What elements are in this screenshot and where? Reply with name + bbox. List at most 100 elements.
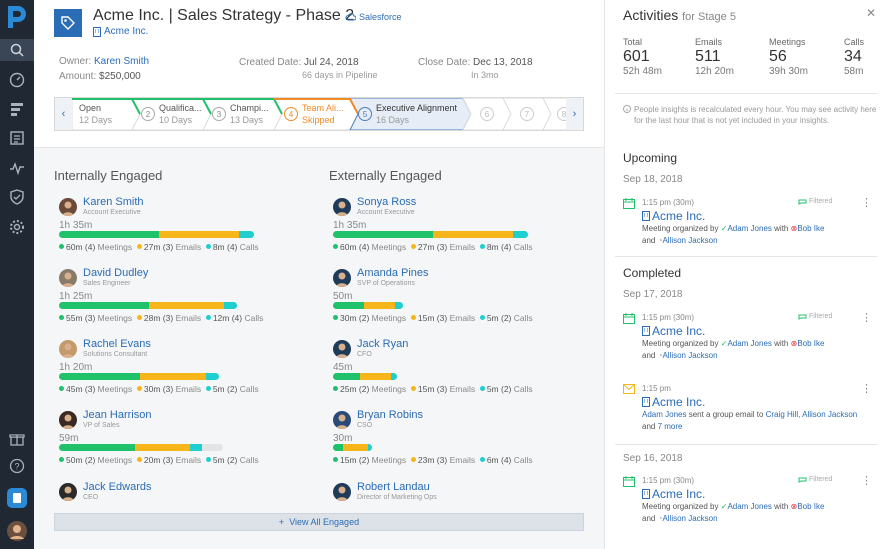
person-name[interactable]: Amanda Pines <box>357 267 429 279</box>
activity-account[interactable]: Acme Inc. <box>642 487 705 501</box>
stage-4[interactable]: 4 Team Ali... Skipped <box>284 98 352 130</box>
more-options-icon[interactable]: ⋮ <box>861 382 872 395</box>
activity-icon[interactable] <box>9 160 25 176</box>
person-avatar[interactable] <box>333 269 351 287</box>
person-duration: 45m <box>333 362 353 373</box>
meetings-label: Meetings <box>97 384 133 394</box>
calendar-icon <box>623 313 635 324</box>
organizer-name[interactable]: Adam Jones <box>727 224 771 233</box>
completed-heading: Completed <box>623 266 682 280</box>
person-title: VP of Sales <box>83 422 120 429</box>
gift-icon[interactable] <box>9 431 25 447</box>
person-avatar[interactable] <box>59 340 77 358</box>
calls-dot <box>205 457 211 462</box>
account-link[interactable]: Acme Inc. <box>93 26 148 37</box>
attendee-name[interactable]: Bob Ike <box>797 224 824 233</box>
chat-icon[interactable] <box>7 488 27 508</box>
engagement-bar <box>333 302 403 309</box>
owner-link[interactable]: Karen Smith <box>94 56 149 67</box>
pipeline-icon[interactable] <box>9 101 25 117</box>
attendee-name[interactable]: Allison Jackson <box>662 514 717 523</box>
person-name[interactable]: Jack Ryan <box>357 338 408 350</box>
stage-5-number: 5 <box>358 107 372 121</box>
person-name[interactable]: David Dudley <box>83 267 148 279</box>
attendee-name[interactable]: Bob Ike <box>797 502 824 511</box>
settings-gear-icon[interactable] <box>9 219 25 235</box>
organizer-name[interactable]: Adam Jones <box>727 502 771 511</box>
activity-account[interactable]: Acme Inc. <box>642 395 705 409</box>
app-logo[interactable] <box>5 4 29 30</box>
emails-value: 27m (3) <box>417 242 448 252</box>
stage-2[interactable]: 2 Qualifica... 10 Days <box>141 98 205 130</box>
close-icon[interactable]: ✕ <box>866 6 876 20</box>
organizer-prefix: Meeting organized by <box>642 502 719 511</box>
user-avatar[interactable] <box>7 521 27 541</box>
person-name[interactable]: Sonya Ross <box>357 196 416 208</box>
person-avatar[interactable] <box>333 198 351 216</box>
panel-title-text: Activities <box>623 7 679 23</box>
person-avatar[interactable] <box>59 269 77 287</box>
created-field: Created Date: Jul 24, 2018 66 days in Pip… <box>239 57 378 80</box>
calls-dot <box>479 386 485 391</box>
stage-1[interactable]: Open 12 Days <box>79 98 133 130</box>
stage-6[interactable]: 6 <box>480 98 498 130</box>
and-text: and <box>642 514 656 523</box>
created-value: Jul 24, 2018 <box>304 57 359 68</box>
stage-5[interactable]: 5 Executive Alignment 16 Days <box>358 98 463 130</box>
activity-account[interactable]: Acme Inc. <box>642 324 705 338</box>
stage-7[interactable]: 7 <box>520 98 538 130</box>
stages-prev-button[interactable]: ‹ <box>55 98 72 130</box>
person-title: Sales Engineer <box>83 280 131 287</box>
person-name[interactable]: Bryan Robins <box>357 409 423 421</box>
person-name[interactable]: Rachel Evans <box>83 338 151 350</box>
attendee-name[interactable]: Allison Jackson <box>662 351 717 360</box>
person-name[interactable]: Jean Harrison <box>83 409 151 421</box>
stage-3[interactable]: 3 Champi... 13 Days <box>212 98 276 130</box>
and-text: and <box>642 351 656 360</box>
search-icon[interactable] <box>0 39 34 61</box>
stat-total-sub: 52h 48m <box>623 66 662 77</box>
attendee-name[interactable]: Allison Jackson <box>662 236 717 245</box>
activity-time: 1:15 pm <box>642 384 671 393</box>
shield-icon[interactable] <box>9 189 25 205</box>
meetings-value: 30m (2) <box>340 313 370 323</box>
reports-icon[interactable] <box>9 130 25 146</box>
person-card: Amanda Pines SVP of Operations 50m 30m (2) … <box>333 267 538 332</box>
person-avatar[interactable] <box>333 483 351 501</box>
dashboard-icon[interactable] <box>9 72 25 88</box>
activity-account-name: Acme Inc. <box>652 395 706 409</box>
calls-segment <box>512 231 528 238</box>
building-icon <box>93 26 101 37</box>
engagement-legend: 45m (3) Meetings 30m (3) Emails 5m (2) C… <box>59 384 259 394</box>
meetings-label: Meetings <box>371 313 407 323</box>
activity-account[interactable]: Acme Inc. <box>642 209 705 223</box>
meetings-label: Meetings <box>371 242 407 252</box>
more-options-icon[interactable]: ⋮ <box>861 311 872 324</box>
person-name[interactable]: Karen Smith <box>83 196 144 208</box>
activity-description: Meeting organized by ✓Adam Jones with ⊗B… <box>642 338 872 362</box>
more-options-icon[interactable]: ⋮ <box>861 196 872 209</box>
recipients[interactable]: Craig Hill, Allison Jackson <box>766 410 858 419</box>
stages-next-button[interactable]: › <box>566 98 583 130</box>
more-options-icon[interactable]: ⋮ <box>861 474 872 487</box>
person-name[interactable]: Jack Edwards <box>83 481 151 493</box>
meetings-segment <box>59 444 135 451</box>
person-avatar[interactable] <box>59 483 77 501</box>
person-avatar[interactable] <box>333 340 351 358</box>
attendee-name[interactable]: Bob Ike <box>797 339 824 348</box>
emails-label: Emails <box>449 242 476 252</box>
person-avatar[interactable] <box>59 198 77 216</box>
person-avatar[interactable] <box>59 411 77 429</box>
view-all-engaged-button[interactable]: + View All Engaged <box>54 513 584 531</box>
activity-account-name: Acme Inc. <box>652 209 706 223</box>
close-field: Close Date: Dec 13, 2018 In 3mo <box>418 57 533 80</box>
organizer-name[interactable]: Adam Jones <box>727 339 771 348</box>
stat-meetings-sub: 39h 30m <box>769 66 808 77</box>
emails-value: 28m (3) <box>143 313 174 323</box>
help-icon[interactable]: ? <box>9 458 25 474</box>
salesforce-link[interactable]: Salesforce <box>345 12 402 22</box>
sender-name[interactable]: Adam Jones <box>642 410 686 419</box>
person-avatar[interactable] <box>333 411 351 429</box>
person-name[interactable]: Robert Landau <box>357 481 430 493</box>
more-recipients-link[interactable]: 7 more <box>658 422 683 431</box>
